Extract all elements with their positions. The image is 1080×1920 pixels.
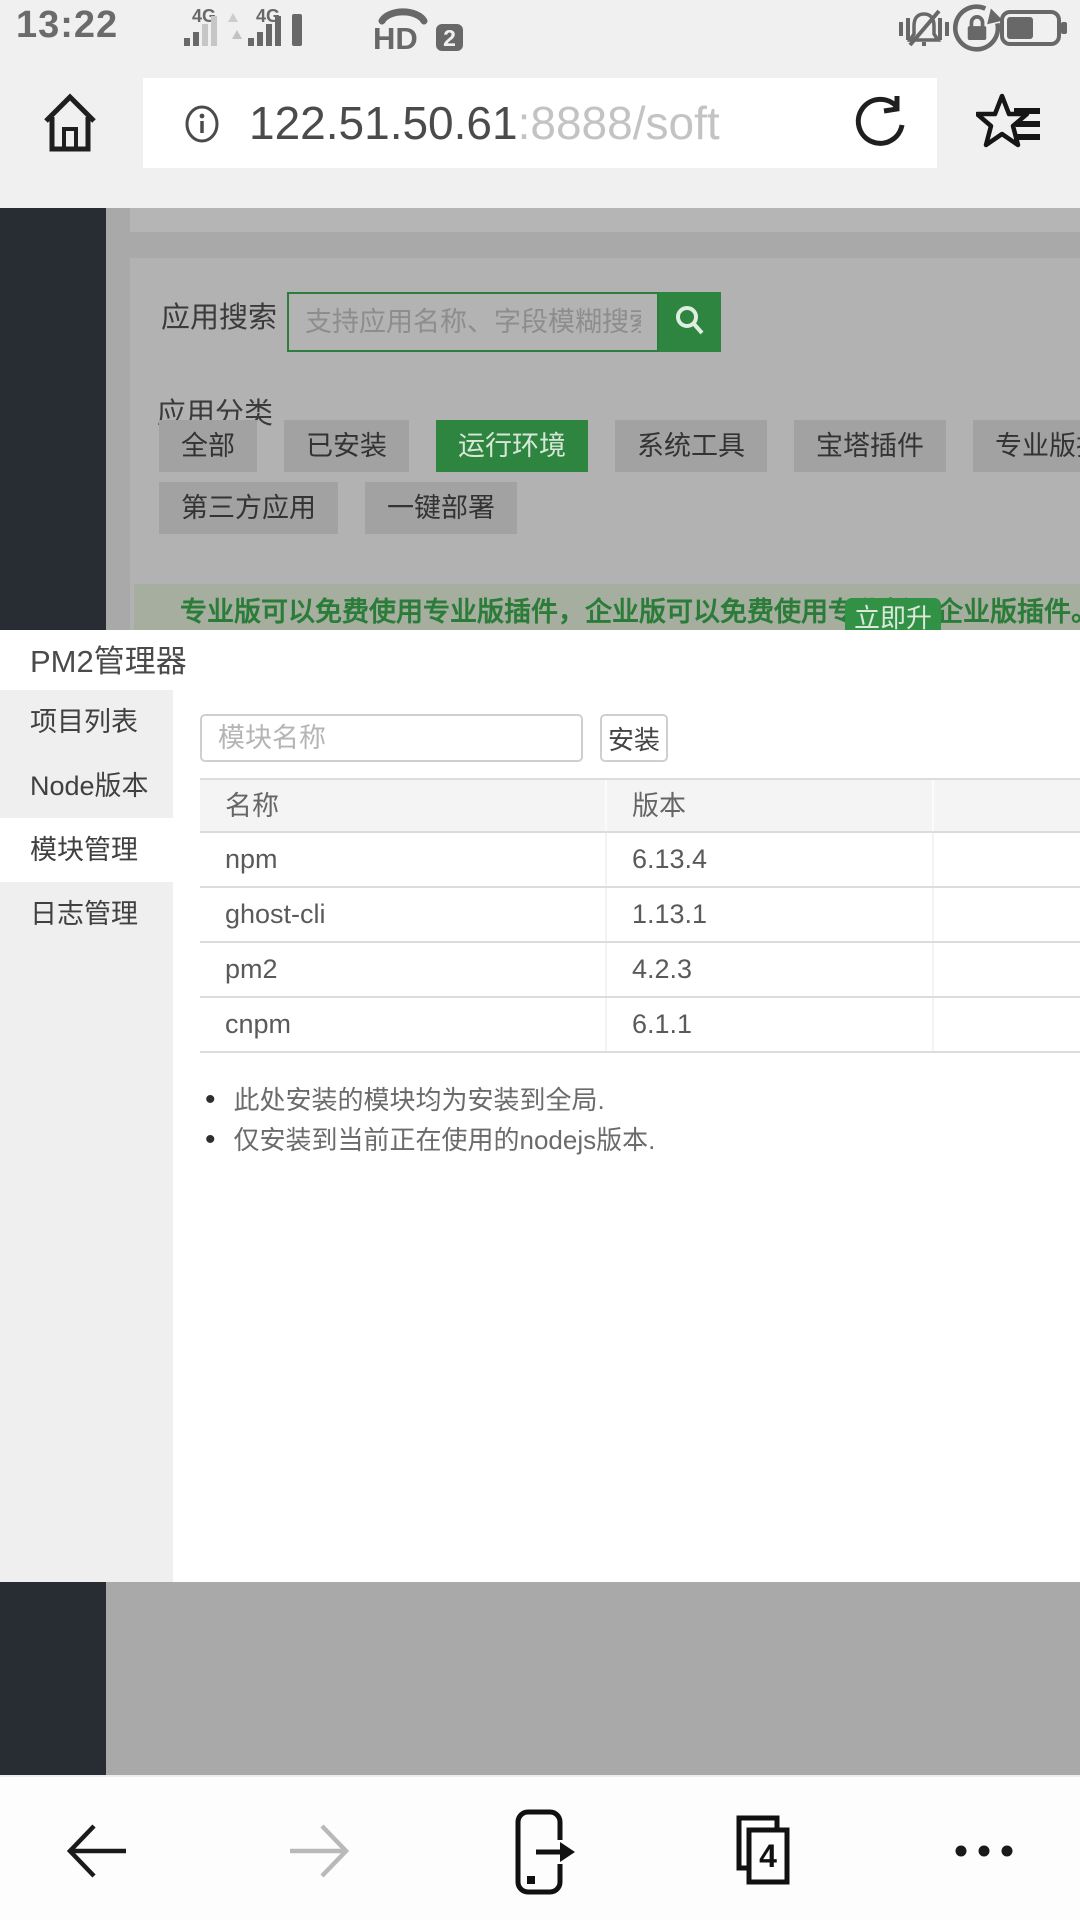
app-store-card: 应用搜索 应用分类 全部已安装运行环境系统工具宝塔插件专业版插件第三方应用一键部…	[130, 258, 1080, 640]
module-table-row: npm 6.13.4	[200, 833, 1080, 888]
category-filter-button[interactable]: 一键部署	[365, 482, 517, 534]
app-search-button[interactable]	[659, 292, 721, 352]
module-version-cell: 6.1.1	[605, 998, 932, 1051]
category-filter-button[interactable]: 第三方应用	[159, 482, 338, 534]
module-extra-cell	[932, 998, 1080, 1051]
module-note: 仅安装到当前正在使用的nodejs版本.	[205, 1120, 656, 1160]
column-header-name: 名称	[225, 791, 279, 821]
dialog-sidebar: 项目列表 Node版本 模块管理 日志管理	[0, 690, 173, 1582]
volte-hd-icon: HD 2	[373, 8, 463, 52]
home-button[interactable]	[42, 91, 98, 153]
category-filter-button[interactable]: 宝塔插件	[794, 420, 946, 472]
module-table-row: cnpm 6.1.1	[200, 998, 1080, 1053]
svg-text:HD: HD	[373, 21, 418, 52]
module-note: 此处安装的模块均为安装到全局.	[205, 1080, 655, 1120]
category-filter-button[interactable]: 已安装	[284, 420, 409, 472]
column-header-extra	[932, 780, 1080, 831]
dialog-sidebar-item[interactable]: 项目列表	[0, 690, 173, 754]
status-bar: 13:22 4G 4G HD 2	[0, 0, 1080, 55]
module-extra-cell	[932, 943, 1080, 996]
module-table: 名称 版本 npm 6.13.4 ghost-cli 1.13.1 pm2 4.…	[200, 778, 1080, 1053]
url-text: 122.51.50.61:8888/soft	[249, 78, 720, 168]
more-menu-button[interactable]	[953, 1843, 1017, 1859]
favorites-menu-button[interactable]	[976, 93, 1042, 151]
browser-bottom-nav: 4	[0, 1775, 1080, 1920]
back-button[interactable]	[64, 1822, 130, 1880]
refresh-button[interactable]	[851, 94, 909, 152]
url-host: 122.51.50.61	[249, 97, 518, 149]
module-table-row: ghost-cli 1.13.1	[200, 888, 1080, 943]
exit-fullscreen-button[interactable]	[514, 1808, 578, 1896]
clock: 13:22	[16, 4, 119, 46]
svg-text:2: 2	[443, 25, 456, 51]
tab-count-badge: 4	[759, 1838, 777, 1874]
category-filter-button[interactable]: 系统工具	[615, 420, 767, 472]
dialog-title: PM2管理器	[30, 644, 187, 679]
category-filter-group: 全部已安装运行环境系统工具宝塔插件专业版插件第三方应用一键部署	[159, 420, 1080, 534]
module-table-header: 名称 版本	[200, 778, 1080, 833]
module-table-row: pm2 4.2.3	[200, 943, 1080, 998]
install-button[interactable]: 安装	[600, 714, 668, 762]
module-name-cell: pm2	[225, 954, 278, 984]
app-search-label: 应用搜索	[161, 302, 278, 334]
module-name-cell: npm	[225, 844, 278, 874]
page-info-icon[interactable]	[183, 105, 221, 143]
module-name-input[interactable]	[200, 714, 583, 762]
battery-icon	[1000, 10, 1067, 46]
upper-card-edge	[130, 208, 1080, 232]
column-header-version: 版本	[605, 780, 932, 831]
tabs-button[interactable]: 4	[729, 1815, 795, 1887]
module-name-cell: cnpm	[225, 1009, 292, 1039]
cellular-signal-icon: 4G 4G	[184, 6, 302, 46]
rotation-lock-icon	[952, 4, 1002, 52]
dialog-sidebar-item[interactable]: 模块管理	[0, 818, 173, 882]
module-name-cell: ghost-cli	[225, 899, 326, 929]
category-filter-button[interactable]: 运行环境	[436, 420, 588, 472]
dialog-sidebar-item[interactable]: 日志管理	[0, 882, 173, 946]
magnifier-icon	[676, 305, 704, 334]
module-version-cell: 1.13.1	[605, 888, 932, 941]
url-row: 122.51.50.61:8888/soft	[0, 55, 1080, 208]
module-extra-cell	[932, 888, 1080, 941]
pm2-manager-dialog: PM2管理器 项目列表Node版本模块管理日志管理 安装 名称 版本 npm 6…	[0, 630, 1080, 1582]
module-extra-cell	[932, 833, 1080, 886]
address-bar[interactable]: 122.51.50.61:8888/soft	[143, 78, 937, 168]
module-table-body: npm 6.13.4 ghost-cli 1.13.1 pm2 4.2.3 cn…	[200, 833, 1080, 1053]
category-filter-button[interactable]: 专业版插件	[973, 420, 1080, 472]
category-filter-button[interactable]: 全部	[159, 420, 257, 472]
module-version-cell: 4.2.3	[605, 943, 932, 996]
url-path: :8888/soft	[517, 97, 720, 149]
module-notes: 此处安装的模块均为安装到全局.仅安装到当前正在使用的nodejs版本.	[205, 1080, 656, 1160]
vibrate-mute-icon	[899, 9, 949, 47]
phone-screen: 13:22 4G 4G HD 2 122.51.50.61:8888/soft …	[0, 0, 1080, 1920]
module-version-cell: 6.13.4	[605, 833, 932, 886]
forward-button[interactable]	[286, 1822, 352, 1880]
browser-chrome: 13:22 4G 4G HD 2 122.51.50.61:8888/soft	[0, 0, 1080, 208]
dialog-sidebar-item[interactable]: Node版本	[0, 754, 173, 818]
app-search-input[interactable]	[287, 292, 659, 352]
